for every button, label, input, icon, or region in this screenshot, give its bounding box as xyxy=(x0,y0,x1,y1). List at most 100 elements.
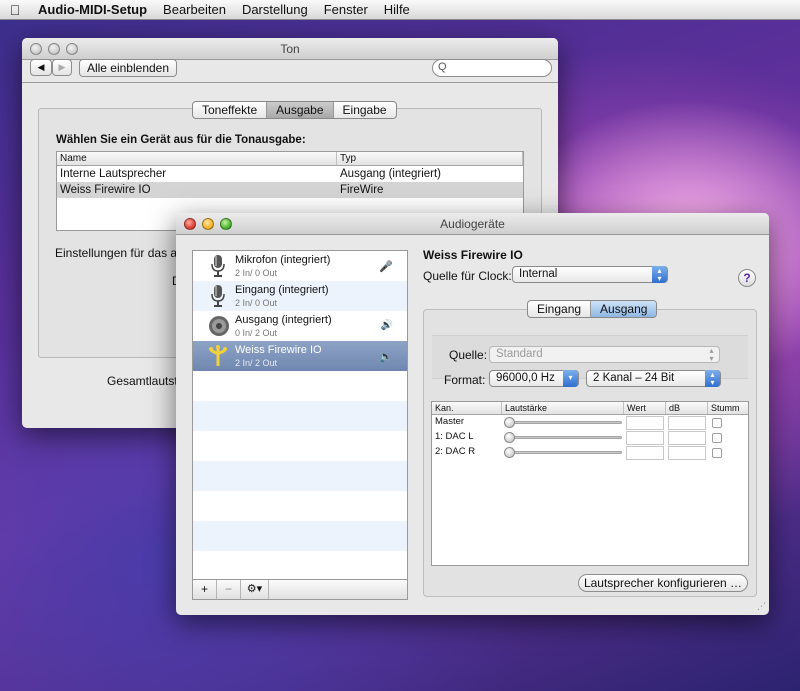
column-header-mute[interactable]: Stumm xyxy=(708,402,748,414)
db-field[interactable] xyxy=(668,416,706,430)
menu-fenster[interactable]: Fenster xyxy=(316,2,376,17)
column-header-value[interactable]: Wert xyxy=(624,402,666,414)
column-header-db[interactable]: dB xyxy=(666,402,708,414)
list-item[interactable]: Mikrofon (integriert) 2 In/ 0 Out 🎤 xyxy=(193,251,407,281)
zoom-button[interactable] xyxy=(66,42,78,55)
search-icon: Q xyxy=(438,61,447,73)
device-io: 0 In/ 2 Out xyxy=(235,328,278,338)
clock-source-value: Internal xyxy=(519,268,558,280)
source-label: Quelle: xyxy=(449,348,488,362)
stream-tabs: Eingang Ausgang xyxy=(527,300,658,318)
help-button[interactable]: ? xyxy=(738,269,756,287)
apple-menu-icon[interactable]:  xyxy=(0,2,30,18)
channel-format-select[interactable]: 2 Kanal – 24 Bit ▴ ▾ xyxy=(586,370,721,387)
value-field[interactable] xyxy=(626,431,664,445)
remove-device-button[interactable]: − xyxy=(217,580,241,599)
column-header-name[interactable]: Name xyxy=(57,152,337,165)
output-volume-label: Gesamtlautst xyxy=(107,374,178,388)
channel-name: 1: DAC L xyxy=(435,431,474,442)
list-item-selected[interactable]: Weiss Firewire IO 2 In/ 2 Out 🔈 xyxy=(193,341,407,371)
input-icon: 🎤 xyxy=(379,261,393,273)
output-icon: 🔊 xyxy=(380,320,393,331)
microphone-icon xyxy=(211,255,225,277)
column-header-volume[interactable]: Lautstärke xyxy=(502,402,624,414)
sample-rate-value: 96000,0 Hz xyxy=(496,372,555,384)
volume-slider[interactable] xyxy=(504,447,622,458)
sound-tabs: Toneffekte Ausgabe Eingabe xyxy=(192,101,397,119)
column-header-channel[interactable]: Kan. xyxy=(432,402,502,414)
tab-eingang[interactable]: Eingang xyxy=(528,301,592,317)
add-device-button[interactable]: + xyxy=(193,580,217,599)
menu-app[interactable]: Audio-MIDI-Setup xyxy=(30,2,155,17)
list-item[interactable]: Eingang (integriert) 2 In/ 0 Out xyxy=(193,281,407,311)
device-title: Weiss Firewire IO xyxy=(423,248,523,262)
back-button[interactable]: ◀ xyxy=(30,59,52,76)
device-list-footer: + − ⚙▾ xyxy=(192,579,408,600)
title-bar[interactable]: Ton xyxy=(22,38,558,60)
volume-slider-knob[interactable] xyxy=(504,417,515,428)
dropdown-arrow-icon: ▾ xyxy=(563,370,578,387)
tab-ausgang[interactable]: Ausgang xyxy=(591,301,657,317)
gear-menu-button[interactable]: ⚙▾ xyxy=(241,580,269,599)
close-button[interactable] xyxy=(30,42,42,55)
menu-darstellung[interactable]: Darstellung xyxy=(234,2,316,17)
mute-checkbox[interactable] xyxy=(712,418,722,428)
row-type: FireWire xyxy=(340,184,384,196)
firewire-icon xyxy=(209,345,227,366)
table-row[interactable]: Interne Lautsprecher Ausgang (integriert… xyxy=(57,166,523,182)
speaker-icon xyxy=(209,316,229,336)
row-name: Weiss Firewire IO xyxy=(60,184,151,196)
format-label: Format: xyxy=(444,373,486,387)
mute-checkbox[interactable] xyxy=(712,448,722,458)
value-field[interactable] xyxy=(626,416,664,430)
device-name: Ausgang (integriert) xyxy=(235,314,332,326)
device-name: Eingang (integriert) xyxy=(235,284,329,296)
list-item[interactable]: Ausgang (integriert) 0 In/ 2 Out 🔊 xyxy=(193,311,407,341)
minimize-button[interactable] xyxy=(48,42,60,55)
menu-bar:  Audio-MIDI-Setup Bearbeiten Darstellun… xyxy=(0,0,800,20)
value-field[interactable] xyxy=(626,446,664,460)
popup-arrows-icon: ▴ ▾ xyxy=(709,346,714,363)
device-io: 2 In/ 2 Out xyxy=(235,358,278,368)
sample-rate-select[interactable]: 96000,0 Hz ▾ xyxy=(489,370,579,387)
tab-ausgabe[interactable]: Ausgabe xyxy=(267,102,334,118)
configure-speakers-button[interactable]: Lautsprecher konfigurieren … xyxy=(578,574,748,592)
minimize-button[interactable] xyxy=(202,217,214,230)
microphone-icon xyxy=(211,285,225,307)
db-field[interactable] xyxy=(668,446,706,460)
clock-source-select[interactable]: Internal ▴ ▾ xyxy=(512,266,668,283)
menu-bearbeiten[interactable]: Bearbeiten xyxy=(155,2,234,17)
window-title: Audiogeräte xyxy=(440,216,505,231)
tab-toneffekte[interactable]: Toneffekte xyxy=(193,102,268,118)
mute-checkbox[interactable] xyxy=(712,433,722,443)
device-list: Mikrofon (integriert) 2 In/ 0 Out 🎤 Eing… xyxy=(192,250,408,600)
channel-name: Master xyxy=(435,416,465,427)
channel-name: 2: DAC R xyxy=(435,446,476,457)
column-header-type[interactable]: Typ xyxy=(337,152,523,165)
source-value: Standard xyxy=(496,348,543,360)
search-input[interactable]: Q xyxy=(432,59,552,77)
popup-arrows-icon: ▴ ▾ xyxy=(705,370,720,387)
row-type: Ausgang (integriert) xyxy=(340,168,441,180)
menu-hilfe[interactable]: Hilfe xyxy=(376,2,418,17)
device-name: Mikrofon (integriert) xyxy=(235,254,331,266)
volume-slider-knob[interactable] xyxy=(504,432,515,443)
source-select[interactable]: Standard ▴ ▾ xyxy=(489,346,720,363)
row-name: Interne Lautsprecher xyxy=(60,168,167,180)
volume-slider-knob[interactable] xyxy=(504,447,515,458)
volume-slider[interactable] xyxy=(504,432,622,443)
forward-button[interactable]: ▶ xyxy=(52,59,72,76)
db-field[interactable] xyxy=(668,431,706,445)
table-row-selected[interactable]: Weiss Firewire IO FireWire xyxy=(57,182,523,198)
resize-grip-icon[interactable]: ⋰ xyxy=(757,601,766,612)
tab-eingabe[interactable]: Eingabe xyxy=(334,102,396,118)
title-bar[interactable]: Audiogeräte xyxy=(176,213,769,235)
zoom-button[interactable] xyxy=(220,217,232,230)
volume-slider[interactable] xyxy=(504,417,622,428)
show-all-button[interactable]: Alle einblenden xyxy=(79,59,177,77)
window-title: Ton xyxy=(280,41,300,56)
settings-label: Einstellungen für das au xyxy=(55,246,184,260)
device-name: Weiss Firewire IO xyxy=(235,344,322,356)
close-button[interactable] xyxy=(184,217,196,230)
device-io: 2 In/ 0 Out xyxy=(235,268,278,278)
